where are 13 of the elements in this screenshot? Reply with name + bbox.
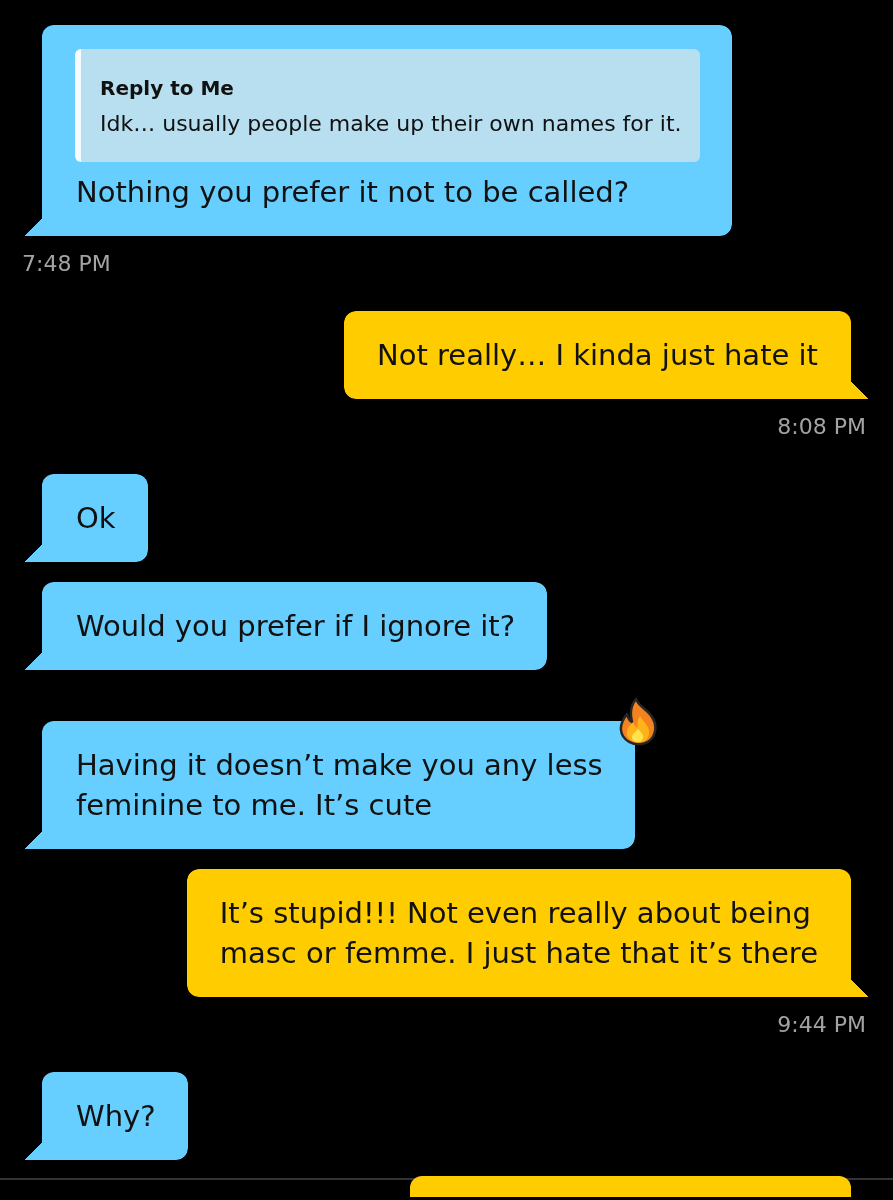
quoted-message[interactable]: Reply to Me Idk… usually people make up their own names for it.	[75, 49, 700, 162]
message-text: Having it doesn’t make you any less feminine to me. It’s cute	[76, 747, 603, 824]
quoted-text: Idk… usually people make up their own names for it.	[100, 110, 682, 138]
message-text: Ok	[76, 500, 116, 537]
timestamp: 7:48 PM	[22, 252, 111, 276]
message-text: Nothing you prefer it not to be called?	[76, 174, 630, 211]
message-text: Why?	[76, 1098, 156, 1135]
message-text: Not really… I kinda just hate it	[377, 337, 818, 374]
timestamp: 8:08 PM	[777, 415, 866, 439]
timestamp: 9:44 PM	[777, 1013, 866, 1037]
message-text: It’s stupid!!! Not even really about being masc or femme. I just hate that it’s there	[219, 895, 818, 972]
message-text: Would you prefer if I ignore it?	[76, 608, 516, 645]
reply-label: Reply to Me	[100, 75, 234, 102]
